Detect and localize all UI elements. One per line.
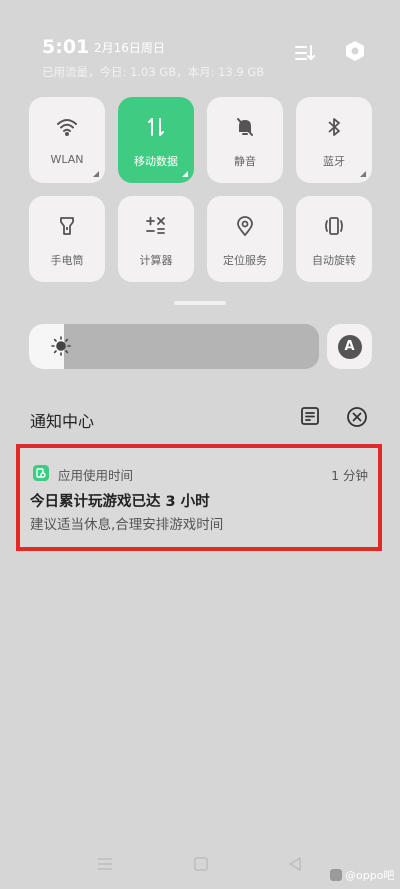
calculator-icon	[118, 214, 194, 238]
tile-label: 计算器	[139, 254, 173, 267]
tile-location[interactable]: 定位服务	[207, 196, 283, 282]
clear-all-icon[interactable]	[346, 406, 370, 430]
manage-notifications-icon[interactable]	[300, 406, 324, 430]
notification-card[interactable]: 应用使用时间 1 分钟 今日累计玩游戏已达 3 小时 建议适当休息,合理安排游戏…	[16, 444, 382, 551]
watermark: @oppo吧	[330, 867, 394, 883]
tile-label: 蓝牙	[323, 155, 345, 168]
tile-label: 自动旋转	[312, 254, 356, 267]
notification-time: 1 分钟	[331, 468, 368, 483]
notification-app-name: 应用使用时间	[58, 468, 134, 483]
tile-label: WLAN	[50, 153, 84, 166]
clock: 5:01	[42, 36, 90, 58]
bell-off-icon	[207, 115, 283, 139]
expand-corner	[182, 171, 188, 177]
mobile-data-icon	[118, 115, 194, 139]
rotate-icon	[296, 214, 372, 238]
data-usage-text: 已用流量，今日: 1.03 GB，本月: 13.9 GB	[42, 65, 265, 79]
watermark-text: @oppo吧	[345, 869, 395, 882]
tile-label: 手电筒	[50, 254, 84, 267]
tile-bluetooth[interactable]: 蓝牙	[296, 97, 372, 183]
back-nav-icon[interactable]	[286, 855, 304, 873]
date-label: 2月16日周日	[94, 41, 165, 55]
tile-auto-rotate[interactable]: 自动旋转	[296, 196, 372, 282]
expand-corner	[93, 171, 99, 177]
tile-calculator[interactable]: 计算器	[118, 196, 194, 282]
app-usage-icon	[33, 465, 49, 481]
expand-corner	[360, 171, 366, 177]
tile-mobile-data[interactable]: 移动数据	[118, 97, 194, 183]
flashlight-icon	[29, 214, 105, 238]
tile-mute[interactable]: 静音	[207, 97, 283, 183]
tile-wlan[interactable]: WLAN	[29, 97, 105, 183]
notification-center-title: 通知中心	[30, 412, 95, 431]
tile-label: 定位服务	[223, 254, 267, 267]
bluetooth-icon	[296, 115, 372, 139]
auto-brightness-label: A	[337, 334, 362, 359]
drag-handle[interactable]	[174, 301, 226, 305]
edit-tiles-icon[interactable]	[290, 38, 320, 68]
settings-hexagon-icon[interactable]	[340, 36, 370, 66]
notification-body: 建议适当休息,合理安排游戏时间	[30, 517, 224, 533]
brightness-slider[interactable]	[29, 324, 319, 369]
sun-icon	[51, 336, 71, 356]
location-pin-icon	[207, 214, 283, 238]
wifi-icon	[29, 115, 105, 139]
tile-label: 静音	[234, 155, 256, 168]
tile-label: 移动数据	[134, 155, 178, 168]
notification-title: 今日累计玩游戏已达 3 小时	[30, 494, 210, 510]
menu-nav-icon[interactable]	[96, 855, 114, 873]
auto-brightness-button[interactable]: A	[327, 324, 372, 369]
weibo-logo-icon	[330, 869, 342, 881]
tile-flashlight[interactable]: 手电筒	[29, 196, 105, 282]
home-nav-icon[interactable]	[192, 855, 210, 873]
